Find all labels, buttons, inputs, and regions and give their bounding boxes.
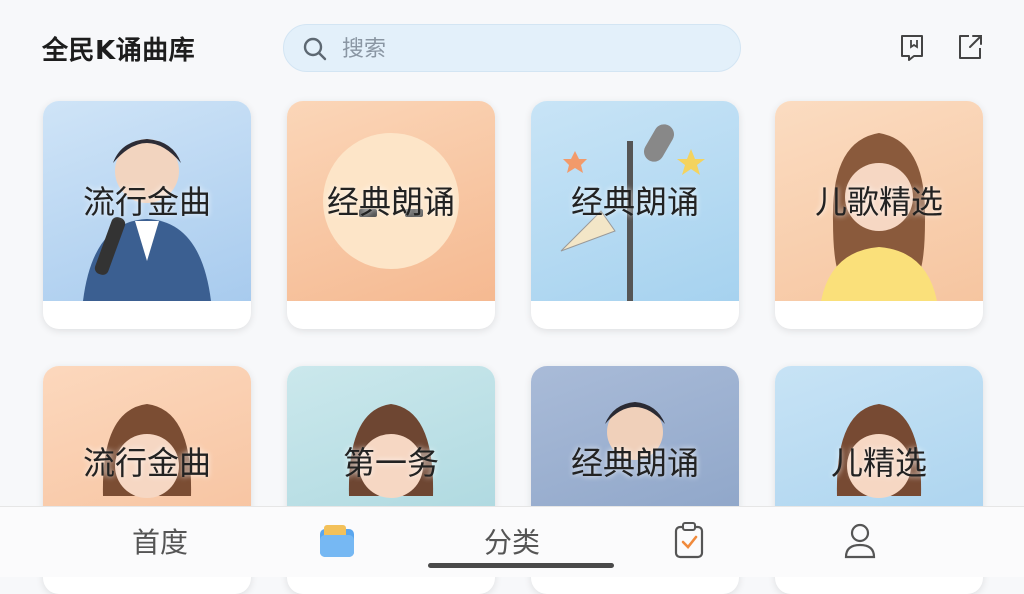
card-label: 流行金曲: [82, 183, 211, 221]
card-label: 流行金曲: [82, 444, 211, 482]
tab-profile[interactable]: [820, 507, 900, 577]
card-kids-songs[interactable]: 儿歌精选: [775, 101, 983, 329]
card-label: 经典朗诵: [570, 183, 699, 221]
card-classic-recitation[interactable]: 经典朗诵: [287, 101, 495, 329]
folder-icon: [320, 525, 354, 557]
tab-label: 分类: [483, 526, 540, 559]
header: 全民K诵曲库: [0, 0, 1024, 96]
card-label: 经典朗诵: [326, 183, 455, 221]
card-classic-recitation-2[interactable]: 经典朗诵: [531, 101, 739, 329]
card-pop-songs[interactable]: 流行金曲: [43, 101, 251, 329]
search-icon: [303, 37, 327, 61]
tab-library[interactable]: [300, 507, 380, 577]
share-icon[interactable]: [955, 32, 985, 62]
bookmark-icon[interactable]: [897, 32, 927, 62]
home-indicator[interactable]: [428, 563, 614, 568]
tab-tasks[interactable]: [650, 507, 730, 577]
card-label: 经典朗诵: [570, 444, 699, 482]
card-label: 第一务: [342, 444, 439, 482]
search-bar[interactable]: [283, 24, 741, 73]
user-icon: [844, 523, 876, 559]
card-label: 儿精选: [830, 444, 927, 482]
card-label: 儿歌精选: [814, 183, 943, 221]
clipboard-icon: [674, 522, 704, 559]
page-title: 全民K诵曲库: [42, 36, 196, 66]
tab-label: 首度: [131, 526, 188, 559]
tab-home[interactable]: 首度: [100, 507, 220, 577]
search-input[interactable]: [340, 25, 724, 73]
